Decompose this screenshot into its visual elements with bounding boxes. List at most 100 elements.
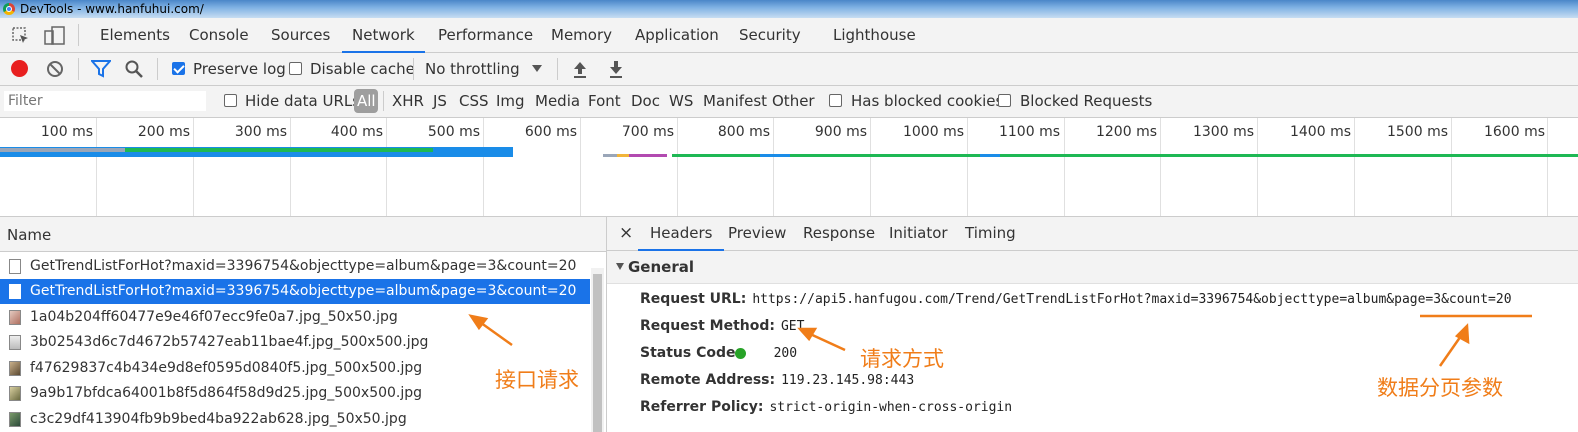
request-method-row: Request Method: GET [640, 318, 804, 334]
hide-data-urls-checkbox[interactable] [224, 94, 237, 107]
tick-label: 1200 ms [1095, 124, 1157, 140]
tick-label: 1400 ms [1289, 124, 1351, 140]
annotation-request-method: 请求方式 [860, 347, 944, 371]
tab-initiator[interactable]: Initiator [889, 217, 948, 250]
status-code-row: Status Code: 200 [640, 345, 797, 361]
device-toolbar-icon[interactable] [44, 26, 66, 50]
type-filter-all[interactable]: All [357, 92, 376, 110]
divider [78, 58, 79, 80]
filter-bar: Hide data URLs All XHR JS CSS Img Media … [0, 86, 1578, 118]
search-icon[interactable] [125, 60, 145, 82]
blocked-requests-label: Blocked Requests [1020, 92, 1153, 110]
tick-label: 1100 ms [998, 124, 1060, 140]
tab-headers[interactable]: Headers [637, 217, 725, 251]
network-toolbar: Preserve log Disable cache No throttling [0, 53, 1578, 86]
tab-lighthouse[interactable]: Lighthouse [833, 18, 916, 52]
image-icon [9, 310, 21, 325]
divider [557, 58, 558, 80]
type-filter-css[interactable]: CSS [459, 92, 489, 110]
type-filter-manifest[interactable]: Manifest [703, 92, 767, 110]
blocked-requests-checkbox[interactable] [998, 94, 1011, 107]
timeline-bar [0, 148, 125, 152]
tab-security[interactable]: Security [739, 18, 801, 52]
table-row-selected[interactable]: GetTrendListForHot?maxid=3396754&objectt… [0, 279, 590, 304]
inspect-element-icon[interactable] [12, 27, 30, 49]
table-row[interactable]: c3c29df413904fb9b9bed4ba922ab628.jpg_50x… [0, 407, 590, 432]
tick-label: 1600 ms [1483, 124, 1545, 140]
detail-tabbar: × Headers Preview Response Initiator Tim… [607, 217, 1578, 251]
tick-label: 700 ms [621, 124, 674, 140]
tab-response[interactable]: Response [803, 217, 875, 250]
preserve-log-checkbox[interactable] [172, 62, 185, 75]
record-icon[interactable] [11, 60, 28, 77]
tick-label: 1000 ms [902, 124, 964, 140]
general-section-header[interactable]: General [607, 251, 1578, 284]
timeline-bar [125, 148, 433, 152]
type-filter-doc[interactable]: Doc [631, 92, 660, 110]
annotation-paging-params: 数据分页参数 [1377, 376, 1503, 400]
image-icon [9, 361, 21, 376]
tick-label: 400 ms [330, 124, 383, 140]
timeline-bar [603, 154, 617, 157]
has-blocked-cookies-checkbox[interactable] [829, 94, 842, 107]
table-row[interactable]: 1a04b204ff60477e9e46f07ecc9fe0a7.jpg_50x… [0, 305, 590, 330]
filter-input[interactable] [3, 90, 207, 112]
field-label: Referrer Policy: [640, 399, 764, 415]
timeline-bar [629, 154, 667, 157]
hide-data-urls-label: Hide data URLs [245, 92, 361, 110]
document-icon [9, 259, 21, 274]
field-label: Request Method: [640, 318, 775, 334]
tab-elements[interactable]: Elements [100, 18, 170, 52]
export-har-icon[interactable] [608, 60, 624, 82]
name-column-label: Name [7, 226, 52, 244]
import-har-icon[interactable] [572, 60, 588, 82]
tick-label: 300 ms [234, 124, 287, 140]
tab-application[interactable]: Application [635, 18, 719, 52]
close-icon[interactable]: × [619, 217, 633, 250]
type-filter-img[interactable]: Img [496, 92, 525, 110]
tick-label: 800 ms [717, 124, 770, 140]
clear-icon[interactable] [46, 60, 64, 82]
disable-cache-checkbox[interactable] [289, 62, 302, 75]
tab-sources[interactable]: Sources [271, 18, 330, 52]
has-blocked-cookies-label: Has blocked cookies [851, 92, 1004, 110]
request-list-scrollbar[interactable] [591, 268, 604, 432]
timeline-bar [760, 154, 790, 157]
type-filter-font[interactable]: Font [588, 92, 621, 110]
tick-label: 600 ms [524, 124, 577, 140]
type-filter-xhr[interactable]: XHR [392, 92, 424, 110]
chevron-down-icon[interactable] [532, 65, 542, 72]
tab-network[interactable]: Network [342, 18, 425, 53]
tab-timing[interactable]: Timing [965, 217, 1016, 250]
tab-memory[interactable]: Memory [551, 18, 612, 52]
tab-preview[interactable]: Preview [728, 217, 786, 250]
timeline-bar [980, 154, 1000, 157]
name-column-header[interactable]: Name [0, 217, 606, 252]
type-filter-js[interactable]: JS [433, 92, 447, 110]
divider [157, 58, 158, 80]
timeline-bar [672, 154, 1578, 157]
referrer-policy-value: strict-origin-when-cross-origin [769, 400, 1013, 415]
referrer-policy-row: Referrer Policy: strict-origin-when-cross… [640, 399, 1012, 415]
network-overview-timeline[interactable]: 100 ms 200 ms 300 ms 400 ms 500 ms 600 m… [0, 118, 1578, 217]
request-list: Name GetTrendListForHot?maxid=3396754&ob… [0, 217, 607, 432]
remote-address-value: 119.23.145.98:443 [781, 373, 915, 388]
chrome-logo-icon [3, 3, 15, 15]
request-name: f47629837c4b434e9d8ef0595d0840f5.jpg_500… [30, 360, 423, 376]
throttling-select[interactable]: No throttling [425, 60, 520, 78]
image-icon [9, 335, 21, 350]
tab-console[interactable]: Console [189, 18, 249, 52]
status-dot-icon [735, 348, 746, 359]
field-label: Request URL: [640, 291, 747, 307]
tab-performance[interactable]: Performance [438, 18, 533, 52]
field-label: Status Code: [640, 345, 742, 361]
type-filter-other[interactable]: Other [772, 92, 815, 110]
table-row[interactable]: 3b02543d6c7d4672b57427eab11bae4f.jpg_500… [0, 330, 590, 355]
annotation-api-request: 接口请求 [495, 368, 579, 392]
window-title: DevTools - www.hanfuhui.com/ [20, 2, 204, 16]
type-filter-media[interactable]: Media [535, 92, 580, 110]
type-filter-ws[interactable]: WS [669, 92, 693, 110]
table-row[interactable]: GetTrendListForHot?maxid=3396754&objectt… [0, 254, 590, 279]
filter-icon[interactable] [89, 60, 113, 82]
request-name: c3c29df413904fb9b9bed4ba922ab628.jpg_50x… [30, 411, 407, 427]
